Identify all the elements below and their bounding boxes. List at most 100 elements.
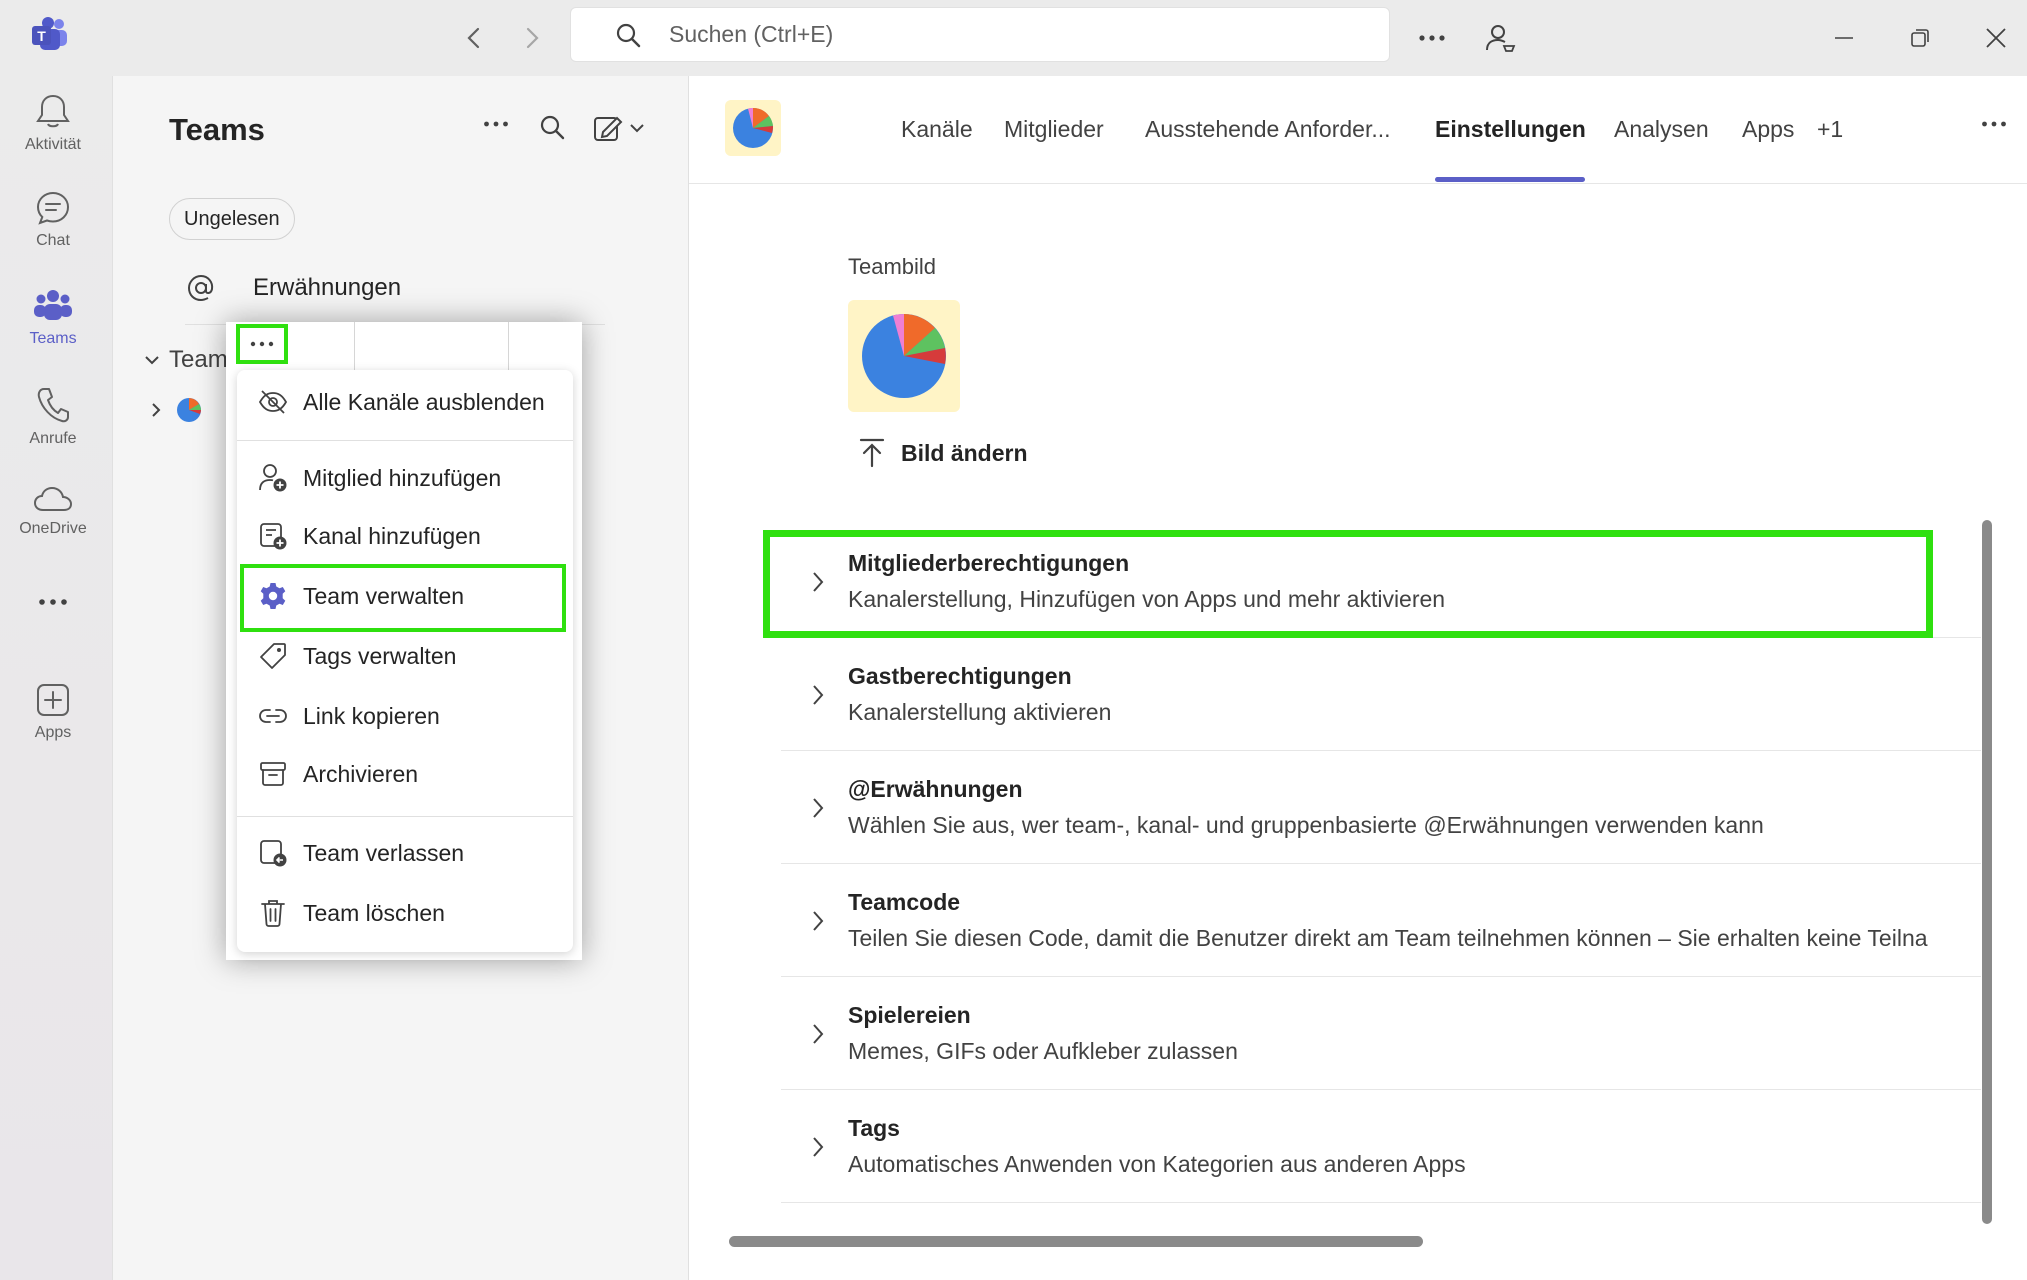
setting-team-code[interactable]: Teamcode Teilen Sie diesen Code, damit d… bbox=[781, 865, 1981, 977]
highlight-box bbox=[240, 564, 566, 632]
chevron-right-icon bbox=[811, 796, 825, 820]
tag-icon bbox=[257, 641, 289, 671]
tab-settings[interactable]: Einstellungen bbox=[1435, 116, 1586, 143]
menu-item-label: Archivieren bbox=[303, 760, 419, 787]
team-more-options-button[interactable] bbox=[236, 324, 288, 364]
menu-item-add-member[interactable]: Mitglied hinzufügen bbox=[237, 449, 573, 507]
menu-item-copy-link[interactable]: Link kopieren bbox=[237, 687, 573, 745]
rail-item-apps[interactable]: Apps bbox=[0, 682, 106, 778]
menu-item-label: Mitglied hinzufügen bbox=[303, 464, 502, 491]
search-input[interactable]: Suchen (Ctrl+E) bbox=[570, 7, 1390, 62]
forward-icon[interactable] bbox=[514, 20, 550, 56]
menu-item-manage-tags[interactable]: Tags verwalten bbox=[237, 627, 573, 685]
team-avatar[interactable] bbox=[725, 100, 781, 156]
menu-item-delete-team[interactable]: Team löschen bbox=[237, 884, 573, 942]
rail-item-onedrive[interactable]: OneDrive bbox=[0, 484, 106, 580]
cloud-icon bbox=[33, 484, 73, 514]
setting-fun-stuff[interactable]: Spielereien Memes, GIFs oder Aufkleber z… bbox=[781, 978, 1981, 1090]
setting-description: Teilen Sie diesen Code, damit die Benutz… bbox=[848, 925, 1928, 951]
menu-item-archive[interactable]: Archivieren bbox=[237, 745, 573, 803]
close-icon[interactable] bbox=[1976, 18, 2016, 58]
setting-title: Tags bbox=[848, 1115, 900, 1141]
mentions-item[interactable]: Erwähnungen bbox=[185, 272, 401, 304]
team-section-label: Team bbox=[169, 346, 228, 373]
rail-item-chat[interactable]: Chat bbox=[0, 190, 106, 286]
more-options-icon[interactable] bbox=[483, 120, 509, 128]
tab-channels[interactable]: Kanäle bbox=[901, 116, 973, 143]
teams-icon bbox=[33, 288, 73, 324]
highlight-box bbox=[763, 530, 1933, 638]
tab-members[interactable]: Mitglieder bbox=[1004, 116, 1104, 143]
menu-item-leave-team[interactable]: Team verlassen bbox=[237, 824, 573, 882]
channel-add-icon bbox=[257, 521, 289, 551]
team-row[interactable] bbox=[149, 396, 203, 424]
add-apps-icon bbox=[35, 682, 71, 718]
more-icon[interactable] bbox=[1981, 120, 2007, 128]
menu-item-label: Team löschen bbox=[303, 899, 445, 926]
bell-icon bbox=[35, 92, 71, 130]
rail-label: Teams bbox=[29, 330, 77, 347]
team-avatar-icon bbox=[175, 396, 203, 424]
tab-apps[interactable]: Apps bbox=[1742, 116, 1794, 143]
more-icon[interactable] bbox=[1412, 18, 1452, 58]
chevron-right-icon bbox=[811, 1135, 825, 1159]
team-header: Kanäle Mitglieder Ausstehende Anforder..… bbox=[689, 76, 2027, 184]
menu-item-add-channel[interactable]: Kanal hinzufügen bbox=[237, 507, 573, 565]
chevron-right-icon bbox=[811, 1022, 825, 1046]
minimize-icon[interactable] bbox=[1824, 18, 1864, 58]
team-section-header[interactable]: Team bbox=[143, 346, 228, 374]
trash-icon bbox=[257, 898, 289, 928]
setting-title: Teamcode bbox=[848, 889, 961, 915]
setting-description: Automatisches Anwenden von Kategorien au… bbox=[848, 1151, 1466, 1177]
rail-label: Chat bbox=[36, 232, 70, 249]
setting-guest-permissions[interactable]: Gastberechtigungen Kanalerstellung aktiv… bbox=[781, 639, 1981, 751]
chevron-right-icon bbox=[811, 683, 825, 707]
setting-title: Spielereien bbox=[848, 1002, 971, 1028]
menu-item-hide-channels[interactable]: Alle Kanäle ausblenden bbox=[237, 373, 573, 431]
menu-item-label: Tags verwalten bbox=[303, 642, 457, 669]
tab-more[interactable]: +1 bbox=[1817, 116, 1843, 143]
divider bbox=[354, 322, 355, 374]
divider bbox=[237, 440, 573, 441]
team-context-menu: Alle Kanäle ausblenden Mitglied hinzufüg… bbox=[237, 370, 573, 952]
restore-icon[interactable] bbox=[1900, 18, 1940, 58]
tab-pending-requests[interactable]: Ausstehende Anforder... bbox=[1145, 116, 1391, 143]
setting-description: Kanalerstellung aktivieren bbox=[848, 699, 1112, 725]
search-placeholder: Suchen (Ctrl+E) bbox=[669, 21, 834, 47]
more-apps-icon bbox=[38, 598, 68, 606]
more-icon bbox=[250, 341, 274, 347]
pie-chart-icon bbox=[862, 314, 946, 398]
team-image-label: Teambild bbox=[848, 254, 937, 279]
vertical-scrollbar[interactable] bbox=[1982, 520, 1992, 1224]
profile-icon[interactable] bbox=[1480, 18, 1520, 58]
eye-off-icon bbox=[257, 389, 289, 415]
compose-icon[interactable] bbox=[593, 114, 647, 142]
main-content: Kanäle Mitglieder Ausstehende Anforder..… bbox=[688, 76, 2027, 1280]
setting-tags[interactable]: Tags Automatisches Anwenden von Kategori… bbox=[781, 1091, 1981, 1203]
rail-label: Apps bbox=[34, 724, 72, 741]
search-icon[interactable] bbox=[539, 114, 565, 140]
rail-label: OneDrive bbox=[19, 520, 87, 537]
teams-logo-icon: T bbox=[30, 16, 70, 52]
rail-item-activity[interactable]: Aktivität bbox=[0, 92, 106, 188]
back-icon[interactable] bbox=[456, 20, 492, 56]
tab-analytics[interactable]: Analysen bbox=[1614, 116, 1709, 143]
chevron-right-icon bbox=[149, 401, 163, 419]
archive-icon bbox=[257, 760, 289, 788]
rail-item-teams[interactable]: Teams bbox=[0, 288, 106, 384]
chevron-down-icon bbox=[143, 353, 161, 367]
change-image-button[interactable]: Bild ändern bbox=[859, 438, 1028, 468]
rail-label: Aktivität bbox=[24, 136, 81, 153]
setting-mentions[interactable]: @Erwähnungen Wählen Sie aus, wer team-, … bbox=[781, 752, 1981, 864]
horizontal-scrollbar[interactable] bbox=[729, 1236, 1423, 1247]
filter-chip-unread[interactable]: Ungelesen bbox=[169, 198, 295, 240]
pie-chart-icon bbox=[733, 107, 774, 148]
person-add-icon bbox=[257, 463, 289, 493]
menu-item-label: Link kopieren bbox=[303, 702, 440, 729]
rail-item-more-apps[interactable] bbox=[0, 598, 106, 694]
link-icon bbox=[257, 706, 289, 726]
title-bar: T Suchen (Ctrl+E) bbox=[0, 0, 2027, 76]
rail-item-calls[interactable]: Anrufe bbox=[0, 386, 106, 482]
at-icon bbox=[185, 272, 217, 304]
page-title: Teams bbox=[169, 112, 265, 147]
